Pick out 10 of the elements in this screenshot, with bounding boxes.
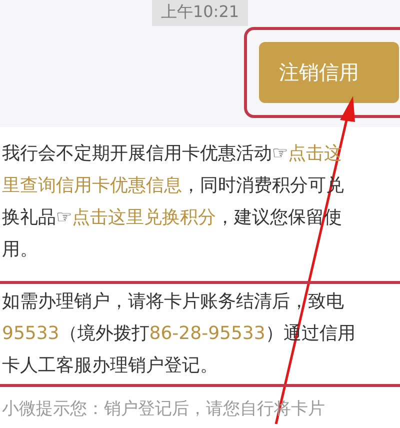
cancel-card-button[interactable]: 注销信用 [259,42,399,103]
link[interactable]: 里查询信用卡优惠信息 [2,175,182,196]
timestamp: 上午10:21 [152,0,248,26]
message-line: 用。 [2,238,39,262]
message-line: 换礼品☞点击这里兑换积分，建议您保留使 [2,206,344,230]
link[interactable]: 95533 [2,323,60,344]
message-line: 卡人工客服办理销户登记。 [2,354,219,378]
message-line: 如需办理销户，请将卡片账务结清后，致电 [2,290,345,314]
link[interactable]: 点击这里兑换积分 [72,207,216,228]
link[interactable]: 86-28-95533 [149,323,266,344]
